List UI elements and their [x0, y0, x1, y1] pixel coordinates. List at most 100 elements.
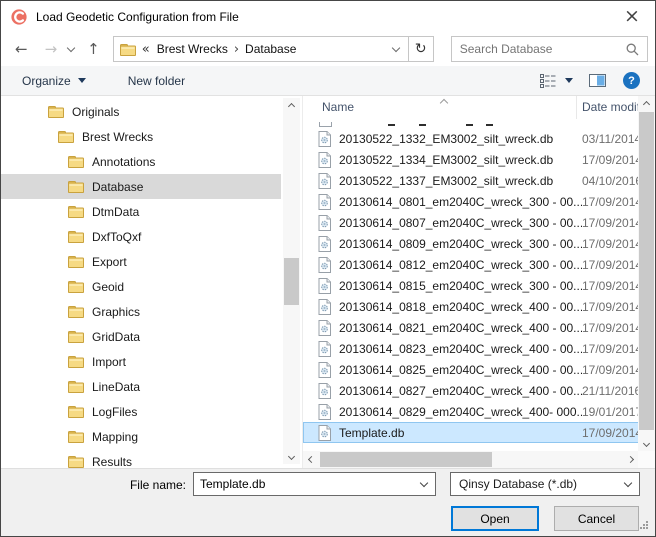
- db-file-icon: [318, 152, 331, 168]
- file-row[interactable]: 20130614_0825_em2040C_wreck_400 - 00...1…: [303, 359, 655, 380]
- organize-button[interactable]: Organize: [22, 74, 86, 88]
- address-dropdown-chevron-icon[interactable]: [391, 44, 399, 52]
- file-date-modified: 17/09/2014: [582, 342, 639, 356]
- tree-item-mapping[interactable]: Mapping: [1, 424, 281, 449]
- file-row[interactable]: 20130614_0807_em2040C_wreck_300 - 00...1…: [303, 212, 655, 233]
- tree-item-label: Results: [92, 455, 132, 469]
- column-header-name[interactable]: Name: [322, 100, 354, 114]
- file-name-combobox[interactable]: [193, 472, 436, 496]
- file-date-modified: 17/09/2014: [582, 153, 639, 167]
- main-area: OriginalsBrest WrecksAnnotationsDatabase…: [1, 96, 655, 468]
- tree-item-brest-wrecks[interactable]: Brest Wrecks: [1, 124, 281, 149]
- file-row[interactable]: 20130522_1334_EM3002_silt_wreck.db17/09/…: [303, 149, 655, 170]
- list-scroll-thumb[interactable]: [639, 112, 654, 430]
- tree-item-originals[interactable]: Originals: [1, 99, 281, 124]
- up-icon[interactable]: ↑: [87, 42, 100, 57]
- file-name: Template.db: [339, 426, 582, 440]
- file-row[interactable]: 20130614_0815_em2040C_wreck_300 - 00...1…: [303, 275, 655, 296]
- tree-item-griddata[interactable]: GridData: [1, 324, 281, 349]
- scrollbar-corner: [638, 451, 655, 468]
- search-input[interactable]: [452, 42, 626, 56]
- list-hscrollbar[interactable]: [303, 451, 638, 468]
- open-button[interactable]: Open: [451, 506, 539, 531]
- column-divider[interactable]: [576, 96, 577, 119]
- breadcrumb-item-brest-wrecks[interactable]: Brest Wrecks: [157, 42, 228, 56]
- file-name: 20130522_1337_EM3002_silt_wreck.db: [339, 174, 582, 188]
- tree-item-annotations[interactable]: Annotations: [1, 149, 281, 174]
- recent-locations-chevron-icon[interactable]: [67, 43, 75, 51]
- help-button[interactable]: ?: [623, 72, 640, 89]
- cancel-button[interactable]: Cancel: [554, 506, 639, 531]
- address-bar[interactable]: « Brest Wrecks › Database: [113, 36, 409, 62]
- folder-icon: [68, 230, 84, 243]
- tree-item-results[interactable]: Results: [1, 449, 281, 468]
- file-row[interactable]: 20130614_0818_em2040C_wreck_400 - 00...1…: [303, 296, 655, 317]
- file-row[interactable]: 20130614_0829_em2040C_wreck_400- 000...1…: [303, 401, 655, 422]
- file-name: 20130614_0807_em2040C_wreck_300 - 00...: [339, 216, 582, 230]
- tree-item-logfiles[interactable]: LogFiles: [1, 399, 281, 424]
- list-scroll-up-icon[interactable]: [638, 96, 655, 112]
- organize-dropdown-icon: [78, 78, 86, 83]
- change-view-button[interactable]: [540, 74, 573, 88]
- file-date-modified: 21/11/2016: [582, 384, 639, 398]
- column-header-date-modified[interactable]: Date modif: [582, 100, 639, 114]
- tree-item-import[interactable]: Import: [1, 349, 281, 374]
- command-bar: Organize New folder: [1, 66, 655, 96]
- file-row[interactable]: Template.db17/09/2014: [303, 422, 655, 443]
- clipped-file-icon: [319, 122, 332, 127]
- file-row[interactable]: 20130614_0801_em2040C_wreck_300 - 00...1…: [303, 191, 655, 212]
- new-folder-button[interactable]: New folder: [128, 74, 185, 88]
- file-name: 20130614_0815_em2040C_wreck_300 - 00...: [339, 279, 582, 293]
- details-view-icon: [540, 74, 556, 88]
- list-scroll-down-icon[interactable]: [638, 435, 655, 451]
- file-row[interactable]: 20130522_1337_EM3002_silt_wreck.db04/10/…: [303, 170, 655, 191]
- hscroll-right-icon[interactable]: [622, 451, 638, 468]
- list-vscrollbar[interactable]: [638, 96, 655, 451]
- file-row[interactable]: 20130614_0821_em2040C_wreck_400 - 00...1…: [303, 317, 655, 338]
- file-row[interactable]: 20130522_1332_EM3002_silt_wreck.db03/11/…: [303, 128, 655, 149]
- tree-item-dxftoqxf[interactable]: DxfToQxf: [1, 224, 281, 249]
- file-row[interactable]: 20130614_0823_em2040C_wreck_400 - 00...1…: [303, 338, 655, 359]
- file-date-modified: 17/09/2014: [582, 195, 639, 209]
- qinsy-app-icon: [11, 9, 27, 25]
- file-date-modified: 17/09/2014: [582, 279, 639, 293]
- db-file-icon: [318, 278, 331, 294]
- tree-item-label: DtmData: [92, 205, 139, 219]
- file-type-dropdown-chevron-icon[interactable]: [624, 478, 632, 486]
- file-row[interactable]: 20130614_0809_em2040C_wreck_300 - 00...1…: [303, 233, 655, 254]
- tree-item-database[interactable]: Database: [1, 174, 281, 199]
- breadcrumb-overflow-icon[interactable]: «: [142, 42, 150, 57]
- hscroll-left-icon[interactable]: [303, 451, 319, 468]
- file-row[interactable]: 20130614_0827_em2040C_wreck_400 - 00...2…: [303, 380, 655, 401]
- tree-item-export[interactable]: Export: [1, 249, 281, 274]
- preview-pane-icon[interactable]: [589, 74, 606, 87]
- tree-item-linedata[interactable]: LineData: [1, 374, 281, 399]
- tree-scroll-thumb[interactable]: [284, 258, 299, 305]
- tree-item-dtmdata[interactable]: DtmData: [1, 199, 281, 224]
- folder-tree: OriginalsBrest WrecksAnnotationsDatabase…: [1, 96, 301, 468]
- db-file-icon: [318, 257, 331, 273]
- file-row[interactable]: 20130614_0812_em2040C_wreck_300 - 00...1…: [303, 254, 655, 275]
- file-type-combobox[interactable]: Qinsy Database (*.db): [450, 472, 640, 496]
- tree-scroll-up-icon[interactable]: [283, 98, 300, 114]
- file-name: 20130614_0823_em2040C_wreck_400 - 00...: [339, 342, 582, 356]
- back-icon[interactable]: ←: [15, 42, 28, 57]
- file-name-dropdown-chevron-icon[interactable]: [420, 478, 428, 486]
- file-name-input[interactable]: [194, 476, 421, 492]
- tree-scrollbar[interactable]: [283, 98, 300, 464]
- resize-grip-icon[interactable]: [640, 521, 642, 523]
- tree-item-graphics[interactable]: Graphics: [1, 299, 281, 324]
- breadcrumb-item-database[interactable]: Database: [245, 42, 296, 56]
- folder-icon: [68, 205, 84, 218]
- hscroll-thumb[interactable]: [320, 452, 492, 467]
- db-file-icon: [318, 299, 331, 315]
- folder-icon: [68, 405, 84, 418]
- breadcrumb-separator-icon[interactable]: ›: [234, 42, 239, 57]
- close-icon[interactable]: ×: [615, 1, 649, 31]
- tree-scroll-down-icon[interactable]: [283, 448, 300, 464]
- clipped-row[interactable]: [303, 119, 655, 128]
- tree-item-geoid[interactable]: Geoid: [1, 274, 281, 299]
- load-geodetic-dialog: Load Geodetic Configuration from File × …: [0, 0, 656, 537]
- forward-icon[interactable]: →: [45, 42, 58, 57]
- refresh-button[interactable]: ↻: [409, 36, 434, 62]
